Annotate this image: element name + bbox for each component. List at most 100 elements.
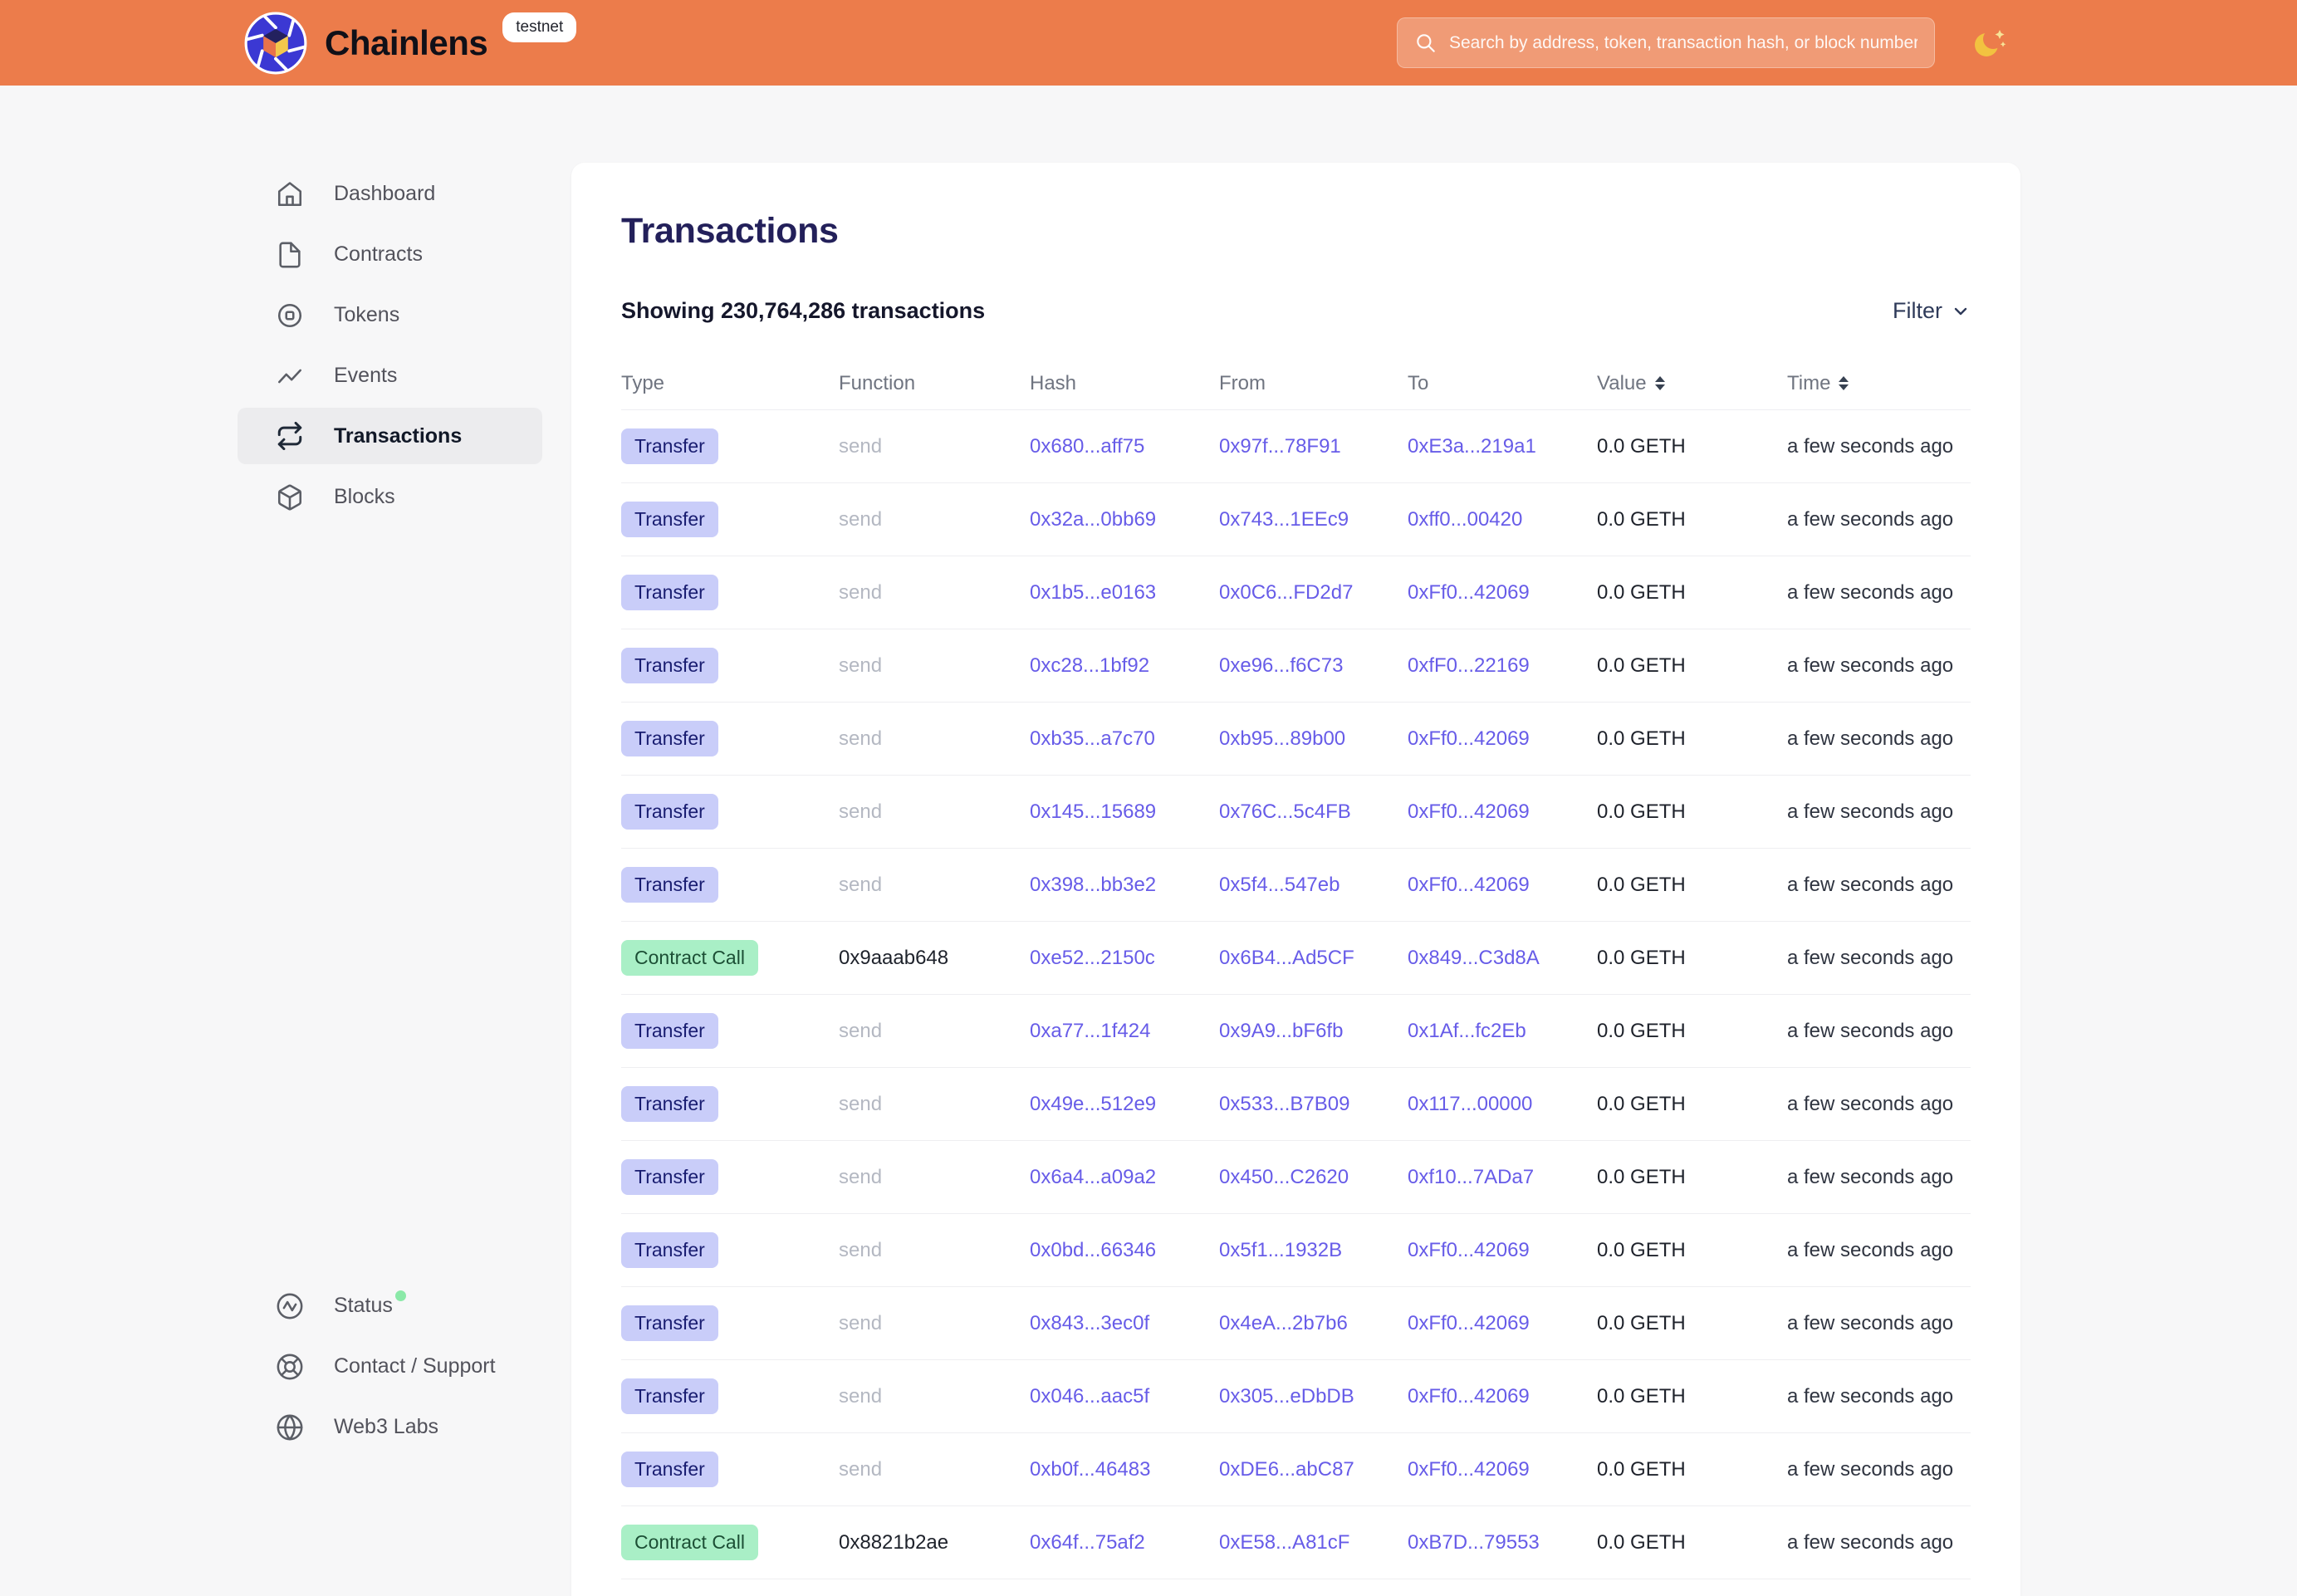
moon-icon	[1970, 23, 2010, 63]
table-row: Transfer send 0xc28...1bf92 0xe96...f6C7…	[621, 629, 1971, 703]
document-icon	[276, 241, 304, 269]
to-address-link[interactable]: 0xFf0...42069	[1408, 581, 1530, 604]
transaction-hash-link[interactable]: 0xb35...a7c70	[1030, 727, 1155, 750]
transaction-hash-link[interactable]: 0xe52...2150c	[1030, 947, 1155, 969]
column-header-to: To	[1408, 372, 1597, 395]
sidebar-item-label: Tokens	[334, 303, 399, 327]
from-address-link[interactable]: 0x4eA...2b7b6	[1219, 1312, 1348, 1334]
table-row: Transfer send 0xb35...a7c70 0xb95...89b0…	[621, 703, 1971, 776]
transaction-hash-link[interactable]: 0x046...aac5f	[1030, 1385, 1149, 1408]
to-address-link[interactable]: 0xB7D...79553	[1408, 1531, 1540, 1554]
from-address-link[interactable]: 0x0C6...FD2d7	[1219, 581, 1353, 604]
sidebar-item-events[interactable]: Events	[238, 345, 542, 406]
sidebar-item-transactions[interactable]: Transactions	[238, 408, 542, 464]
transaction-hash-link[interactable]: 0x49e...512e9	[1030, 1093, 1156, 1115]
function-label: send	[839, 435, 882, 458]
from-address-link[interactable]: 0x743...1EEc9	[1219, 508, 1349, 531]
filter-button[interactable]: Filter	[1893, 298, 1971, 324]
search-input[interactable]	[1449, 33, 1917, 53]
from-address-link[interactable]: 0xDE6...abC87	[1219, 1458, 1354, 1481]
function-label: send	[839, 1239, 882, 1261]
sidebar-item-label: Transactions	[334, 424, 462, 448]
from-address-link[interactable]: 0x9A9...bF6fb	[1219, 1020, 1343, 1042]
transaction-type-badge: Transfer	[621, 1232, 718, 1268]
home-icon	[276, 180, 304, 208]
to-address-link[interactable]: 0xE3a...219a1	[1408, 435, 1536, 458]
sidebar-nav: Dashboard Contracts Tokens Events Transa…	[238, 164, 542, 527]
sidebar-item-dashboard[interactable]: Dashboard	[238, 164, 542, 224]
sidebar-item-label: Contracts	[334, 242, 423, 267]
search-bar[interactable]	[1397, 17, 1935, 68]
sidebar-item-contracts[interactable]: Contracts	[238, 224, 542, 285]
to-address-link[interactable]: 0x117...00000	[1408, 1093, 1532, 1115]
transactions-table: Type Function Hash From To Value Time Tr…	[621, 357, 1971, 1579]
function-label: send	[839, 874, 882, 896]
function-label: send	[839, 508, 882, 531]
transaction-value: 0.0 GETH	[1597, 1385, 1686, 1408]
to-address-link[interactable]: 0xFf0...42069	[1408, 800, 1530, 823]
to-address-link[interactable]: 0xFf0...42069	[1408, 1385, 1530, 1408]
sort-icon[interactable]	[1655, 376, 1665, 390]
transaction-hash-link[interactable]: 0xc28...1bf92	[1030, 654, 1149, 677]
from-address-link[interactable]: 0x533...B7B09	[1219, 1093, 1349, 1115]
search-icon	[1414, 32, 1437, 55]
transaction-type-badge: Transfer	[621, 575, 718, 610]
transaction-hash-link[interactable]: 0x64f...75af2	[1030, 1531, 1145, 1554]
function-label: send	[839, 800, 882, 823]
transaction-hash-link[interactable]: 0xb0f...46483	[1030, 1458, 1150, 1481]
sidebar-item-tokens[interactable]: Tokens	[238, 285, 542, 345]
transaction-hash-link[interactable]: 0x843...3ec0f	[1030, 1312, 1149, 1334]
sidebar-item-contact-support[interactable]: Contact / Support	[238, 1336, 542, 1397]
transaction-hash-link[interactable]: 0x1b5...e0163	[1030, 581, 1156, 604]
transaction-type-badge: Transfer	[621, 1013, 718, 1049]
from-address-link[interactable]: 0x5f4...547eb	[1219, 874, 1340, 896]
from-address-link[interactable]: 0x450...C2620	[1219, 1166, 1349, 1188]
table-row: Transfer send 0x398...bb3e2 0x5f4...547e…	[621, 849, 1971, 922]
from-address-link[interactable]: 0xe96...f6C73	[1219, 654, 1343, 677]
to-address-link[interactable]: 0xFf0...42069	[1408, 1458, 1530, 1481]
to-address-link[interactable]: 0xFf0...42069	[1408, 727, 1530, 750]
to-address-link[interactable]: 0xff0...00420	[1408, 508, 1522, 531]
lifebuoy-icon	[276, 1353, 304, 1381]
sidebar-item-web3-labs[interactable]: Web3 Labs	[238, 1397, 542, 1457]
from-address-link[interactable]: 0x305...eDbDB	[1219, 1385, 1354, 1408]
transaction-time: a few seconds ago	[1787, 1020, 1953, 1042]
brand-logo[interactable]: Chainlens	[243, 11, 487, 76]
transaction-hash-link[interactable]: 0x0bd...66346	[1030, 1239, 1156, 1261]
to-address-link[interactable]: 0x1Af...fc2Eb	[1408, 1020, 1526, 1042]
transaction-hash-link[interactable]: 0x32a...0bb69	[1030, 508, 1156, 531]
to-address-link[interactable]: 0xFf0...42069	[1408, 1239, 1530, 1261]
column-header-from: From	[1219, 372, 1408, 395]
column-header-function: Function	[839, 372, 1030, 395]
transaction-value: 0.0 GETH	[1597, 800, 1686, 823]
sidebar-item-status[interactable]: Status	[238, 1275, 542, 1336]
function-label: send	[839, 1020, 882, 1042]
transaction-time: a few seconds ago	[1787, 1166, 1953, 1188]
to-address-link[interactable]: 0x849...C3d8A	[1408, 947, 1540, 969]
from-address-link[interactable]: 0xb95...89b00	[1219, 727, 1345, 750]
to-address-link[interactable]: 0xFf0...42069	[1408, 1312, 1530, 1334]
transaction-hash-link[interactable]: 0x680...aff75	[1030, 435, 1144, 458]
function-label: 0x9aaab648	[839, 947, 948, 969]
column-header-value[interactable]: Value	[1597, 372, 1787, 395]
sidebar-item-label: Blocks	[334, 485, 395, 509]
from-address-link[interactable]: 0x5f1...1932B	[1219, 1239, 1342, 1261]
sidebar-item-blocks[interactable]: Blocks	[238, 467, 542, 527]
from-address-link[interactable]: 0x76C...5c4FB	[1219, 800, 1351, 823]
cube-icon	[276, 483, 304, 512]
to-address-link[interactable]: 0xf10...7ADa7	[1408, 1166, 1534, 1188]
transaction-type-badge: Contract Call	[621, 1525, 758, 1560]
from-address-link[interactable]: 0x97f...78F91	[1219, 435, 1341, 458]
from-address-link[interactable]: 0xE58...A81cF	[1219, 1531, 1349, 1554]
sort-icon[interactable]	[1839, 376, 1849, 390]
to-address-link[interactable]: 0xFf0...42069	[1408, 874, 1530, 896]
to-address-link[interactable]: 0xfF0...22169	[1408, 654, 1530, 677]
transaction-time: a few seconds ago	[1787, 654, 1953, 677]
transaction-hash-link[interactable]: 0x145...15689	[1030, 800, 1156, 823]
transaction-hash-link[interactable]: 0xa77...1f424	[1030, 1020, 1150, 1042]
transaction-hash-link[interactable]: 0x6a4...a09a2	[1030, 1166, 1156, 1188]
dark-mode-toggle[interactable]	[1970, 23, 2010, 63]
transaction-hash-link[interactable]: 0x398...bb3e2	[1030, 874, 1156, 896]
column-header-time[interactable]: Time	[1787, 372, 1971, 395]
from-address-link[interactable]: 0x6B4...Ad5CF	[1219, 947, 1354, 969]
